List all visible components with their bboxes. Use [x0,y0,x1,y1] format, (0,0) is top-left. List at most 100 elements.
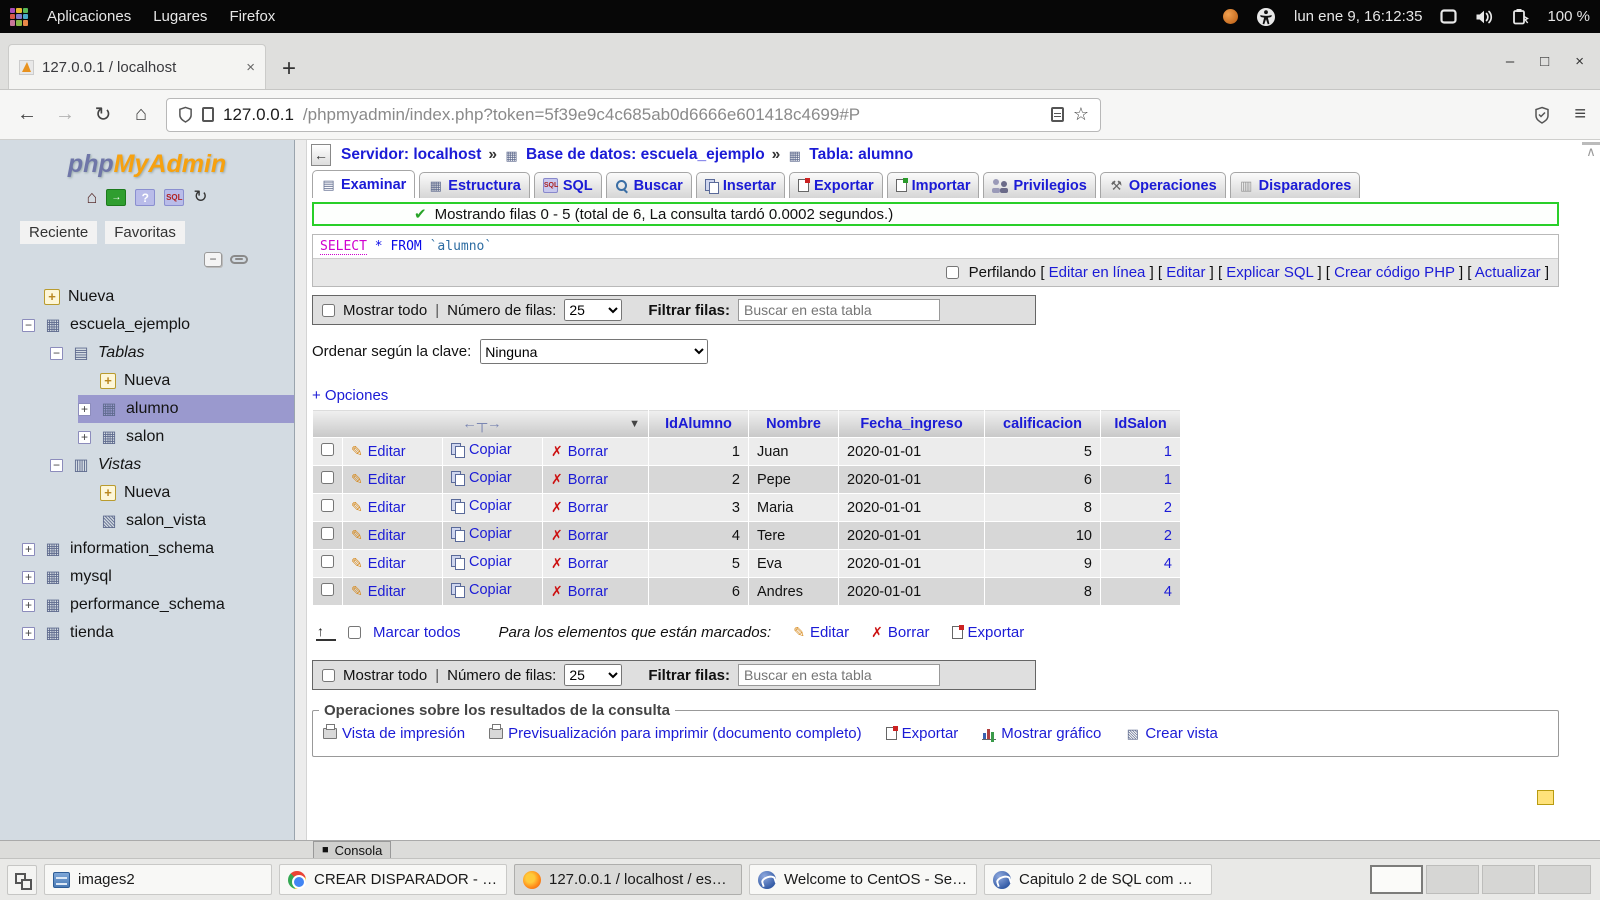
selected-delete-link[interactable]: ✗Borrar [871,624,929,641]
pma-refresh-icon[interactable]: ↻ [193,187,207,207]
tab-sql[interactable]: SQLSQL [534,172,602,198]
check-all-link[interactable]: Marcar todos [373,624,461,641]
explain-sql-link[interactable]: Explicar SQL [1226,264,1313,281]
tab-buscar[interactable]: Buscar [606,172,692,198]
protection-shield-icon[interactable] [1534,106,1550,124]
home-button[interactable]: ⌂ [128,103,154,126]
tab-privilegios[interactable]: Privilegios [983,172,1095,198]
tab-exportar[interactable]: Exportar [789,172,883,198]
battery-icon[interactable] [1512,8,1529,25]
menu-aplicaciones[interactable]: Aplicaciones [36,8,142,25]
menu-hamburger-icon[interactable]: ≡ [1574,103,1586,126]
tab-close-icon[interactable]: × [246,59,255,76]
sort-dropdown-icon[interactable]: ▼ [629,418,640,430]
options-toggle[interactable]: + Opciones [312,387,388,404]
collapse-icon[interactable]: − [50,459,63,472]
menu-firefox[interactable]: Firefox [218,8,286,25]
workspace-2[interactable] [1426,865,1479,894]
accessibility-icon[interactable] [1256,7,1276,27]
tree-item-new-table[interactable]: +Nueva [0,367,294,395]
inline-edit-link[interactable]: Editar en línea [1049,264,1146,281]
breadcrumb-table[interactable]: Tabla: alumno [809,146,913,164]
copy-link[interactable]: Copiar [451,442,512,458]
delete-link[interactable]: ✗Borrar [551,443,608,460]
url-bar[interactable]: 127.0.0.1/phpmyadmin/index.php?token=5f3… [166,98,1101,132]
row-checkbox[interactable] [321,443,334,456]
header-calificacion[interactable]: calificacion [985,410,1101,438]
workspace-1[interactable] [1370,865,1423,894]
expand-icon[interactable]: + [78,431,91,444]
tab-reciente[interactable]: Reciente [20,221,97,244]
tree-item-salon[interactable]: +▦salon [0,423,294,451]
tab-favoritas[interactable]: Favoritas [105,221,185,244]
browser-tab[interactable]: 127.0.0.1 / localhost × [8,44,266,89]
create-php-link[interactable]: Crear código PHP [1334,264,1455,281]
copy-link[interactable]: Copiar [451,526,512,542]
check-all-checkbox[interactable] [348,626,361,639]
delete-link[interactable]: ✗Borrar [551,555,608,572]
edit-link[interactable]: ✎Editar [351,471,406,488]
show-chart-link[interactable]: Mostrar gráfico [982,725,1101,742]
tree-item-performance-schema[interactable]: +▦performance_schema [0,591,294,619]
volume-icon[interactable] [1475,9,1494,25]
tab-disparadores[interactable]: ▥Disparadores [1230,172,1361,198]
show-all-checkbox[interactable] [322,304,335,317]
collapse-icon[interactable]: − [50,347,63,360]
header-idalumno[interactable]: IdAlumno [649,410,749,438]
menu-lugares[interactable]: Lugares [142,8,218,25]
new-window-icon[interactable] [1537,790,1554,805]
tree-item-new-view[interactable]: +Nueva [0,479,294,507]
taskbar-window-firefox[interactable]: 127.0.0.1 / localhost / escu... [514,864,742,895]
print-view-link[interactable]: Vista de impresión [323,725,465,742]
delete-link[interactable]: ✗Borrar [551,527,608,544]
clock[interactable]: lun ene 9, 16:12:35 [1294,8,1422,25]
selected-edit-link[interactable]: ✎Editar [793,624,849,641]
display-icon[interactable] [1440,9,1457,24]
edit-link[interactable]: ✎Editar [351,443,406,460]
cell-idsalon-link[interactable]: 4 [1164,584,1172,600]
taskbar-window-chrome[interactable]: CREAR DISPARADOR - Bas... [279,864,507,895]
tab-estructura[interactable]: ▦Estructura [419,172,530,198]
tree-item-tienda[interactable]: +▦tienda [0,619,294,647]
tree-item-mysql[interactable]: +▦mysql [0,563,294,591]
row-checkbox[interactable] [321,555,334,568]
cell-idsalon-link[interactable]: 2 [1164,500,1172,516]
edit-link[interactable]: ✎Editar [351,583,406,600]
pma-home-icon[interactable]: ⌂ [86,187,97,208]
scroll-top-icon[interactable]: ∧ [1582,142,1600,158]
expand-icon[interactable]: + [22,571,35,584]
pma-logout-icon[interactable]: → [106,189,126,206]
copy-link[interactable]: Copiar [451,582,512,598]
sort-select[interactable]: Ninguna [480,339,708,364]
expand-icon[interactable]: + [22,627,35,640]
tree-item-salon-vista[interactable]: ▧salon_vista [0,507,294,535]
tab-examinar[interactable]: ▤Examinar [312,170,415,198]
link-databases-icon[interactable] [230,255,248,264]
edit-link[interactable]: ✎Editar [351,527,406,544]
reader-mode-icon[interactable] [1051,107,1064,122]
frame-back-button[interactable]: ← [311,144,331,166]
export-link[interactable]: Exportar [886,725,959,742]
bookmark-star-icon[interactable]: ☆ [1073,104,1089,125]
pma-help-icon[interactable]: ? [135,189,155,206]
collapse-all-icon[interactable]: − [204,252,222,267]
delete-link[interactable]: ✗Borrar [551,583,608,600]
window-close-button[interactable]: × [1575,55,1584,69]
copy-link[interactable]: Copiar [451,470,512,486]
back-button[interactable]: ← [14,103,40,126]
expand-icon[interactable]: + [22,599,35,612]
tree-item-tablas[interactable]: −▤Tablas [0,339,294,367]
actions-header[interactable]: ←┬→▼ [313,410,649,438]
rows-select[interactable]: 25 [564,299,622,321]
cell-idsalon-link[interactable]: 2 [1164,528,1172,544]
copy-link[interactable]: Copiar [451,498,512,514]
shield-icon[interactable] [178,106,193,123]
edit-link[interactable]: Editar [1166,264,1205,281]
pma-sql-window-icon[interactable]: SQL [164,189,184,206]
tree-item-vistas[interactable]: −▥Vistas [0,451,294,479]
tab-insertar[interactable]: Insertar [696,172,785,198]
show-all-checkbox[interactable] [322,669,335,682]
edit-link[interactable]: ✎Editar [351,499,406,516]
create-view-link[interactable]: ▧Crear vista [1125,725,1218,742]
header-idsalon[interactable]: IdSalon [1101,410,1181,438]
